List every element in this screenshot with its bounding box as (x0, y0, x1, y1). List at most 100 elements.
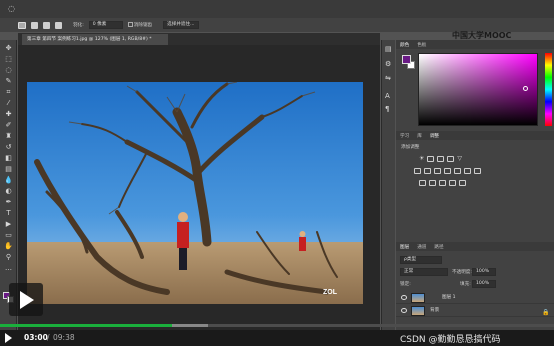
properties-icon[interactable]: ⚙ (385, 60, 391, 68)
pen-tool-icon[interactable]: ✒ (4, 198, 13, 206)
menu-bar: ◌ (0, 0, 554, 18)
new-selection-icon[interactable] (18, 21, 26, 29)
crop-tool-icon[interactable]: ⌗ (4, 88, 13, 96)
color-lookup-icon[interactable] (474, 168, 481, 174)
healing-tool-icon[interactable]: ✚ (4, 110, 13, 118)
quick-select-tool-icon[interactable]: ✎ (4, 77, 13, 85)
gradient-tool-icon[interactable]: ▤ (4, 165, 13, 173)
layer-name: 图层 1 (442, 295, 456, 300)
character-icon[interactable]: A (385, 92, 390, 100)
threshold-icon[interactable] (439, 180, 446, 186)
play-small-icon[interactable] (5, 333, 12, 343)
person-red-jacket (177, 222, 189, 248)
tab-paths[interactable]: 路径 (434, 244, 443, 250)
photoshop-window: ◌ 羽化: 0 像素 消除锯齿 选择并遮住... ✥ ⬚ ◌ ✎ ⌗ ⁄ ✚ ✐… (0, 0, 554, 346)
layer-row[interactable]: 图层 1 (396, 292, 554, 304)
dodge-tool-icon[interactable]: ◐ (4, 187, 13, 195)
play-icon (20, 291, 34, 309)
eraser-tool-icon[interactable]: ◧ (4, 154, 13, 162)
stamp-tool-icon[interactable]: ♜ (4, 132, 13, 140)
channel-mixer-icon[interactable] (464, 168, 471, 174)
adjust-panel-tabs: 学习 库 调整 (396, 131, 554, 140)
vibrance-icon[interactable] (414, 168, 421, 174)
bw-icon[interactable] (444, 168, 451, 174)
history-icon[interactable]: ▤ (385, 45, 392, 53)
csdn-credit: CSDN @勤勤恳恳搞代码 (400, 335, 501, 345)
layer-thumbnail (411, 293, 425, 303)
intersect-selection-icon[interactable] (55, 21, 62, 29)
layer-thumbnail (411, 306, 425, 316)
adjust-icons-row-2 (414, 168, 481, 174)
color-picker-field[interactable] (418, 53, 538, 126)
lock-label: 锁定: (400, 282, 411, 287)
shape-tool-icon[interactable]: ▭ (4, 231, 13, 239)
photo-filter-icon[interactable] (454, 168, 461, 174)
select-and-mask-button[interactable]: 选择并遮住... (163, 21, 199, 29)
paragraph-icon[interactable]: ¶ (385, 105, 389, 113)
lasso-tool-icon[interactable]: ◌ (8, 4, 15, 13)
antialias-checkbox[interactable]: 消除锯齿 (127, 22, 153, 28)
layer-row[interactable]: 背景 🔒 (396, 305, 554, 317)
tab-layers[interactable]: 图层 (400, 244, 409, 250)
blend-mode-select[interactable]: 正常 (400, 268, 448, 276)
fill-label: 填充: (460, 282, 471, 287)
hue-slider[interactable] (545, 53, 552, 126)
history-brush-icon[interactable]: ↺ (4, 143, 13, 151)
feather-input[interactable]: 0 像素 (88, 21, 123, 29)
eye-icon[interactable] (401, 308, 407, 313)
time-separator: / (47, 333, 50, 342)
posterize-icon[interactable] (429, 180, 436, 186)
hue-sat-icon[interactable] (424, 168, 431, 174)
kind-filter-select[interactable]: ρ类型 (400, 256, 442, 264)
path-select-icon[interactable]: ▶ (4, 220, 13, 228)
document-photo[interactable]: ZOL (27, 82, 363, 304)
adjust-title: 添加调整 (401, 145, 420, 150)
zoom-tool-icon[interactable]: ⚲ (4, 253, 13, 261)
fill-input[interactable]: 100% (472, 280, 496, 288)
blur-tool-icon[interactable]: 💧 (4, 176, 13, 184)
hand-tool-icon[interactable]: ✋ (4, 242, 13, 250)
levels-icon[interactable] (427, 156, 435, 162)
adjust-icons-row-1: ☀ ▽ (419, 156, 462, 162)
video-controls: 03:00 / 09:38 CSDN @勤勤恳恳搞代码 (0, 330, 554, 346)
tab-color[interactable]: 颜色 (400, 42, 409, 48)
brush-tool-icon[interactable]: ✐ (4, 121, 13, 129)
layers-panel-tabs: 图层 通道 路径 (396, 242, 554, 251)
add-selection-icon[interactable] (31, 21, 38, 29)
opacity-label: 不透明度: (452, 270, 472, 275)
curves-icon[interactable] (437, 156, 445, 162)
eye-icon[interactable] (401, 295, 407, 300)
type-tool-icon[interactable]: T (4, 209, 13, 217)
opacity-input[interactable]: 100% (472, 268, 496, 276)
subtract-selection-icon[interactable] (43, 21, 50, 29)
adjust-icon[interactable]: ⇋ (385, 74, 391, 82)
tab-adjustments[interactable]: 调整 (430, 133, 439, 139)
tab-learn[interactable]: 学习 (400, 133, 409, 139)
marquee-tool-icon[interactable]: ⬚ (4, 55, 13, 63)
video-buffer-bar (171, 324, 208, 327)
gradient-icon[interactable] (459, 180, 466, 186)
tab-swatches[interactable]: 色板 (417, 42, 426, 48)
invert-icon[interactable] (419, 180, 426, 186)
gradient-map-icon[interactable]: ▽ (457, 156, 462, 162)
color-balance-icon[interactable] (434, 168, 441, 174)
tab-channels[interactable]: 通道 (417, 244, 426, 250)
lasso-tool-icon[interactable]: ◌ (4, 66, 13, 74)
more-tools-icon[interactable]: … (4, 264, 13, 272)
video-progress-fill (0, 324, 172, 327)
color-picker-cursor[interactable] (523, 86, 528, 91)
total-time: 09:38 (53, 333, 75, 342)
mooc-watermark: 中国大学MOOC (452, 31, 512, 40)
selective-color-icon[interactable] (449, 180, 456, 186)
foreground-swatch[interactable] (402, 55, 411, 64)
exposure-icon[interactable] (447, 156, 455, 162)
photo-watermark: ZOL (323, 289, 338, 296)
move-tool-icon[interactable]: ✥ (4, 44, 13, 52)
brightness-icon[interactable]: ☀ (419, 156, 424, 162)
desert-tree-photo: ZOL (27, 82, 363, 304)
document-tab[interactable]: 第三章 第四节 案例练习1.jpg @ 127% (图层 1, RGB/8#) … (22, 34, 168, 45)
eyedropper-tool-icon[interactable]: ⁄ (4, 99, 13, 107)
antialias-label: 消除锯齿 (133, 23, 153, 28)
tab-library[interactable]: 库 (417, 133, 422, 139)
panel-icons-strip: ▤ ⚙ ⇋ A ¶ (381, 40, 395, 330)
